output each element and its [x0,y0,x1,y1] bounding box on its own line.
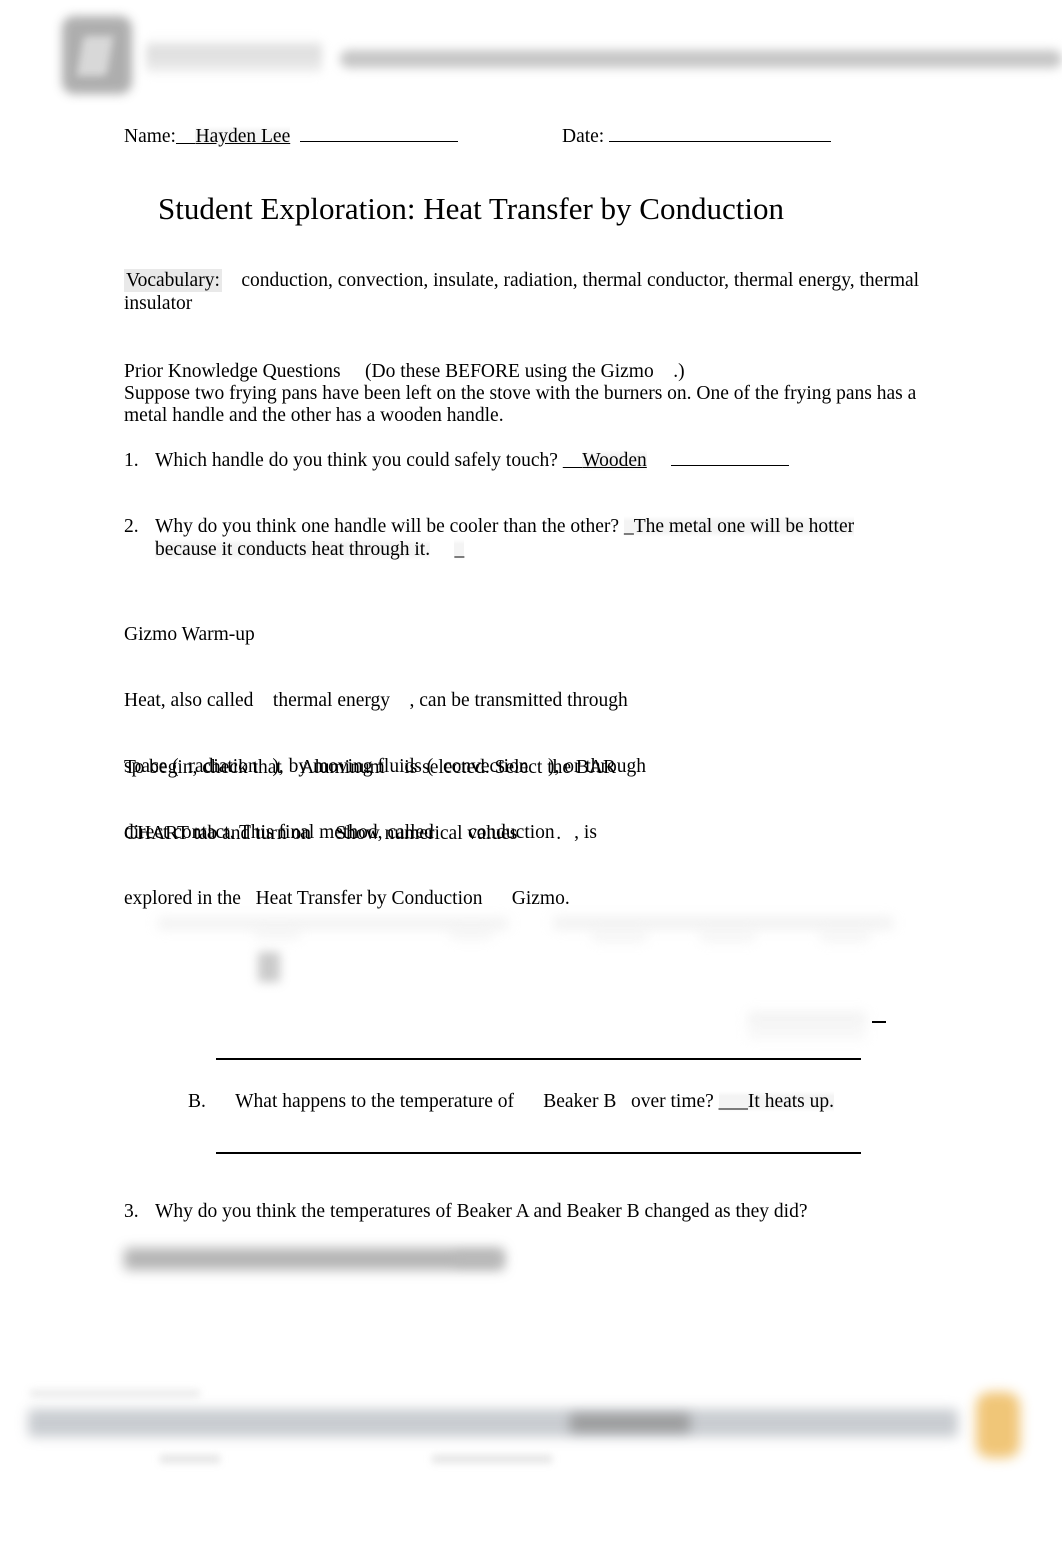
name-gap [290,126,300,147]
question-2: 2. Why do you think one handle will be c… [124,515,934,561]
question-1-blank-line[interactable] [671,449,790,466]
illegible-text-smudge [553,917,893,929]
name-value[interactable]: Hayden Lee [195,126,291,147]
vocabulary-terms: conduction, convection, insulate, radiat… [124,270,920,314]
question-2-answer-line-1[interactable]: _The metal one will be hotter [623,516,855,537]
pk-gap-1 [341,361,365,382]
footer-emphasis-mark [570,1414,690,1432]
footer-faint-mark [432,1455,552,1463]
q2-gap-2 [430,539,454,560]
vocabulary-label: Vocabulary: [124,269,222,292]
illegible-mark-smudge [258,952,280,982]
illegible-text-smudge [820,932,870,941]
answer-dash-mark [872,1021,886,1024]
name-underscore-lead [176,126,196,147]
gizmo-warmup-heading: Gizmo Warm-up [124,624,255,645]
question-2-answer-tail[interactable]: _ [454,539,465,560]
vocabulary-block: Vocabulary: conduction, convection, insu… [124,269,924,315]
part-b-letter: B. [188,1091,206,1112]
illegible-text-smudge [748,1012,866,1026]
illegible-text-smudge [700,932,755,941]
question-part-b: B. What happens to the temperature of Be… [188,1090,835,1113]
illegible-text-smudge [450,930,492,939]
date-label: Date: [562,126,605,147]
question-1: 1. Which handle do you think you could s… [124,449,934,472]
name-blank-line[interactable] [299,125,458,142]
part-b-answer[interactable]: ___It heats up. [718,1091,835,1112]
footer-badge-icon [976,1392,1020,1458]
gizmo-instruction-line-2: CHART tab and turn on Show numerical val… [124,823,562,844]
prior-knowledge-block: Prior Knowledge Questions (Do these BEFO… [124,361,924,427]
part-b-gap-2 [714,1091,719,1112]
gizmos-wordmark [146,38,322,76]
gizmo-instructions-block: To begin, check that Aluminum is selecte… [124,713,824,889]
question-1-body: Which handle do you think you could safe… [155,449,934,472]
illegible-text-smudge [158,918,508,929]
vocabulary-gap [222,270,242,291]
question-1-underscore-lead [563,450,583,471]
illegible-text-smudge [255,930,300,939]
prior-knowledge-intro: Suppose two frying pans have been left o… [124,383,922,426]
date-field-row: Date: [562,125,832,148]
answer-rule-line[interactable] [216,1058,861,1060]
question-2-answer-line-2[interactable]: because it conducts heat through it. [155,539,431,560]
illegible-text-smudge [592,932,647,941]
question-3-answer[interactable] [124,1248,504,1270]
prior-knowledge-heading-row: Prior Knowledge Questions (Do these BEFO… [124,361,924,383]
question-1-number: 1. [124,450,139,471]
footer-bar [28,1409,958,1437]
name-label: Name: [124,126,176,147]
page-title: Student Exploration: Heat Transfer by Co… [158,191,784,226]
name-field-row: Name: Hayden Lee [124,125,458,148]
gizmo-warmup-line-1: Heat, also called thermal energy , can b… [124,690,628,711]
answer-rule-line[interactable] [216,1152,861,1154]
question-1-text: Which handle do you think you could safe… [155,450,558,471]
gizmo-warmup-line-4: explored in the Heat Transfer by Conduct… [124,888,570,909]
prior-knowledge-heading: Prior Knowledge Questions [124,361,341,382]
question-2-text: Why do you think one handle will be cool… [155,516,620,537]
question-3-answer-smudge [455,1252,503,1266]
question-2-body: Why do you think one handle will be cool… [155,515,934,561]
question-3-text: Why do you think the temperatures of Bea… [155,1201,808,1222]
question-2-number: 2. [124,516,139,537]
part-b-gap [206,1091,235,1112]
question-1-answer[interactable]: Wooden [582,450,647,471]
prior-knowledge-heading-note-tail: .) [673,361,685,382]
prior-knowledge-heading-note: (Do these BEFORE using the Gizmo [365,361,654,382]
question-3-number: 3. [124,1201,139,1222]
gizmo-instruction-line-1: To begin, check that Aluminum is selecte… [124,757,616,778]
header-title-bar [340,50,1062,68]
part-b-text: What happens to the temperature of Beake… [235,1091,714,1112]
question-3: 3. Why do you think the temperatures of … [124,1200,934,1223]
document-page: Name: Hayden Lee Date: Student Explorati… [0,0,1062,1561]
illegible-text-smudge [748,1028,866,1038]
q1-gap-2 [647,450,671,471]
footer-faint-mark [160,1455,220,1463]
date-blank-line[interactable] [609,125,832,142]
footer-faint-mark [30,1390,200,1397]
pk-gap-2 [654,361,674,382]
